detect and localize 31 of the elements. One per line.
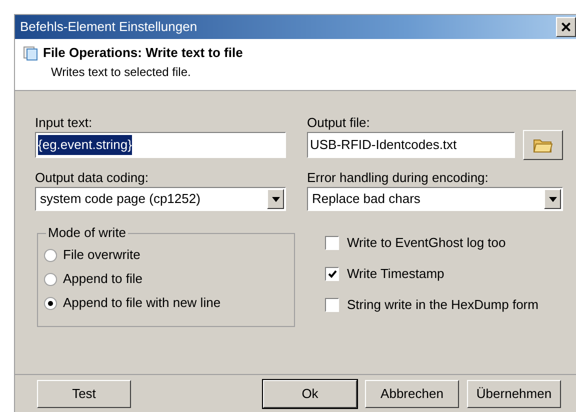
input-field[interactable]: {eg.event.string} — [35, 132, 286, 158]
field-label: Input text: — [35, 115, 94, 131]
header-description: Writes text to selected file. — [50, 64, 192, 80]
checkbox[interactable] — [325, 298, 339, 312]
document-icon — [23, 44, 39, 61]
radio-option[interactable]: Append to file — [44, 270, 294, 288]
header-title: File Operations: Write text to file — [43, 44, 243, 62]
window-title: Befehls-Element Einstellungen — [20, 18, 198, 36]
close-button[interactable]: × — [556, 17, 576, 37]
dialog-button[interactable]: Ok — [263, 380, 357, 408]
input-field[interactable]: USB-RFID-Identcodes.txt — [307, 132, 515, 158]
radio-button[interactable] — [44, 296, 57, 310]
radio-button[interactable] — [44, 272, 57, 286]
radio-option[interactable]: File overwrite — [44, 246, 294, 264]
field-label: Output data coding: — [35, 170, 150, 186]
folder-icon — [533, 137, 553, 153]
browse-button[interactable] — [523, 130, 563, 160]
field-label: Error handling during encoding: — [307, 170, 490, 186]
checkbox-option[interactable]: Write Timestamp — [325, 265, 576, 283]
dialog-button[interactable]: Test — [37, 380, 131, 408]
coding-dropdown[interactable]: system code page (cp1252) — [35, 187, 286, 211]
checkbox-option[interactable]: Write to EventGhost log too — [325, 234, 576, 252]
field-label: Output file: — [307, 115, 371, 131]
dialog-button[interactable]: Übernehmen — [467, 380, 561, 408]
checkbox[interactable] — [325, 236, 339, 250]
radio-option[interactable]: Append to file with new line — [44, 294, 294, 312]
radio-button[interactable] — [44, 248, 57, 262]
checkbox[interactable] — [325, 267, 339, 281]
error-handling-dropdown[interactable]: Replace bad chars — [307, 187, 563, 211]
checkbox-option[interactable]: String write in the HexDump form — [325, 296, 576, 314]
dialog-button[interactable]: Abbrechen — [365, 380, 459, 408]
